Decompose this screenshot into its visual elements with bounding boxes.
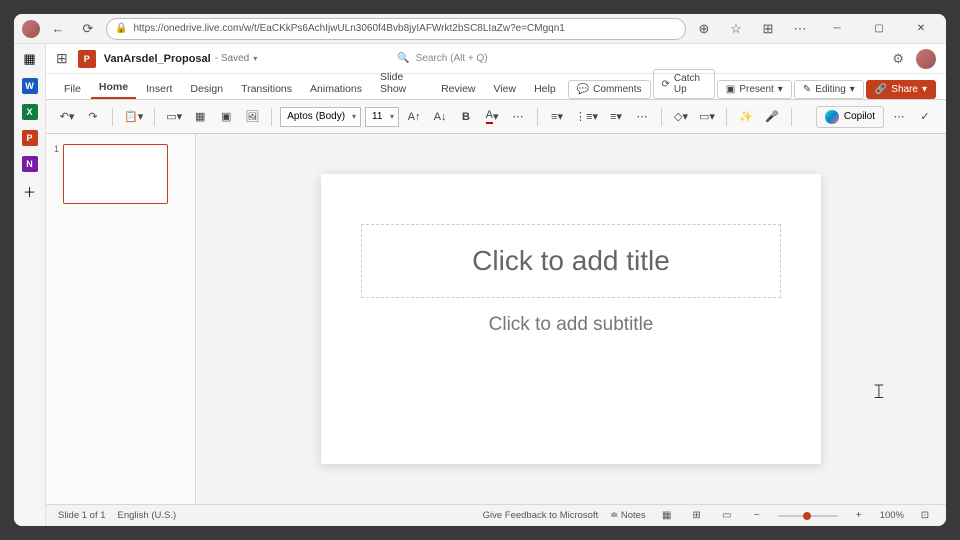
tab-transitions[interactable]: Transitions bbox=[233, 79, 300, 99]
redo-button[interactable]: ↷ bbox=[82, 105, 104, 129]
zoom-out-button[interactable]: − bbox=[748, 508, 766, 524]
title-placeholder[interactable]: Click to add title bbox=[361, 224, 781, 298]
doc-title[interactable]: VanArsdel_Proposal bbox=[104, 53, 211, 65]
settings-more-icon[interactable]: ⋯ bbox=[788, 17, 812, 41]
side-rail: ▦ W X P N ＋ bbox=[14, 44, 46, 526]
user-avatar-icon[interactable] bbox=[916, 49, 936, 69]
present-button[interactable]: ▣ Present ▾ bbox=[717, 80, 792, 99]
tab-insert[interactable]: Insert bbox=[138, 79, 180, 99]
slide-count[interactable]: Slide 1 of 1 bbox=[58, 510, 106, 521]
app-titlebar: ⊞ P VanArsdel_Proposal - Saved ▾ 🔍 Searc… bbox=[46, 44, 946, 74]
increase-font-button[interactable]: A↑ bbox=[403, 105, 425, 129]
rail-word-icon[interactable]: W bbox=[22, 78, 38, 94]
text-cursor-icon: 𝙸 bbox=[872, 381, 886, 404]
more-toolbar-button[interactable]: ⋯ bbox=[888, 105, 910, 129]
maximize-button[interactable]: ▢ bbox=[862, 17, 896, 41]
notes-button[interactable]: ≐ Notes bbox=[610, 510, 645, 521]
zoom-level[interactable]: 100% bbox=[880, 510, 904, 521]
app-launcher-icon[interactable]: ⊞ bbox=[56, 50, 68, 67]
font-select[interactable]: Aptos (Body) bbox=[280, 107, 361, 127]
collections-icon[interactable]: ⊞ bbox=[756, 17, 780, 41]
minimize-button[interactable]: ─ bbox=[820, 17, 854, 41]
ribbon-tabs: File Home Insert Design Transitions Anim… bbox=[46, 74, 946, 100]
font-color-button[interactable]: A▾ bbox=[481, 105, 503, 129]
shapes-button[interactable]: ◇▾ bbox=[670, 105, 692, 129]
address-bar[interactable]: 🔒 https://onedrive.live.com/w/t/EaCKkPs6… bbox=[106, 18, 686, 40]
decrease-font-button[interactable]: A↓ bbox=[429, 105, 451, 129]
tab-design[interactable]: Design bbox=[182, 79, 231, 99]
more-para-button[interactable]: ⋯ bbox=[631, 105, 653, 129]
search-icon: 🔍 bbox=[397, 53, 409, 64]
collapse-ribbon-button[interactable]: ✓ bbox=[914, 105, 936, 129]
browser-titlebar: ← ⟳ 🔒 https://onedrive.live.com/w/t/EaCK… bbox=[14, 14, 946, 44]
powerpoint-logo-icon: P bbox=[78, 50, 96, 68]
slide-editor[interactable]: Click to add title Click to add subtitle… bbox=[196, 134, 946, 504]
close-button[interactable]: ✕ bbox=[904, 17, 938, 41]
reset-button[interactable]: ▣ bbox=[215, 105, 237, 129]
arrange-button[interactable]: ▭▾ bbox=[696, 105, 718, 129]
language-status[interactable]: English (U.S.) bbox=[118, 510, 177, 521]
undo-button[interactable]: ↶▾ bbox=[56, 105, 78, 129]
dictate-button[interactable]: 🎤 bbox=[761, 105, 783, 129]
rail-onenote-icon[interactable]: N bbox=[22, 156, 38, 172]
view-reading-button[interactable]: ▭ bbox=[718, 508, 736, 524]
align-button[interactable]: ≡▾ bbox=[605, 105, 627, 129]
search-input[interactable]: 🔍 Search (Alt + Q) bbox=[397, 53, 487, 64]
zoom-slider[interactable] bbox=[778, 515, 838, 517]
rail-add-icon[interactable]: ＋ bbox=[21, 182, 39, 200]
layout-button[interactable]: ▦ bbox=[189, 105, 211, 129]
tab-file[interactable]: File bbox=[56, 79, 89, 99]
comments-button[interactable]: 💬 Comments bbox=[568, 80, 651, 99]
copilot-button[interactable]: Copilot bbox=[816, 106, 884, 128]
refresh-button[interactable]: ⟳ bbox=[76, 17, 100, 41]
feedback-link[interactable]: Give Feedback to Microsoft bbox=[483, 510, 599, 521]
rail-home-icon[interactable]: ▦ bbox=[21, 50, 39, 68]
paste-button[interactable]: 📋▾ bbox=[121, 105, 146, 129]
photo-button[interactable]: 🖼 bbox=[241, 105, 263, 129]
share-button[interactable]: 🔗 Share ▾ bbox=[866, 80, 936, 99]
thumb-number: 1 bbox=[54, 144, 59, 204]
tab-review[interactable]: Review bbox=[433, 79, 483, 99]
settings-gear-icon[interactable]: ⚙ bbox=[892, 51, 904, 67]
view-sorter-button[interactable]: ⊞ bbox=[688, 508, 706, 524]
tab-slideshow[interactable]: Slide Show bbox=[372, 67, 431, 99]
chevron-down-icon[interactable]: ▾ bbox=[253, 54, 257, 63]
tab-help[interactable]: Help bbox=[526, 79, 564, 99]
profile-avatar-icon[interactable] bbox=[22, 20, 40, 38]
favorites-icon[interactable]: ☆ bbox=[724, 17, 748, 41]
tab-animations[interactable]: Animations bbox=[302, 79, 370, 99]
statusbar: Slide 1 of 1 English (U.S.) Give Feedbac… bbox=[46, 504, 946, 526]
new-slide-button[interactable]: ▭▾ bbox=[163, 105, 185, 129]
more-font-button[interactable]: ⋯ bbox=[507, 105, 529, 129]
lock-icon: 🔒 bbox=[115, 23, 127, 34]
zoom-in-button[interactable]: + bbox=[850, 508, 868, 524]
tab-home[interactable]: Home bbox=[91, 77, 136, 99]
url-text: https://onedrive.live.com/w/t/EaCKkPs6Ac… bbox=[133, 23, 564, 34]
copilot-icon bbox=[825, 110, 839, 124]
numbering-button[interactable]: ⋮≡▾ bbox=[572, 105, 601, 129]
bullets-button[interactable]: ≡▾ bbox=[546, 105, 568, 129]
save-status: - Saved bbox=[215, 53, 249, 64]
editing-button[interactable]: ✎ Editing ▾ bbox=[794, 80, 864, 99]
read-aloud-icon[interactable]: ⊕ bbox=[692, 17, 716, 41]
subtitle-placeholder[interactable]: Click to add subtitle bbox=[361, 306, 781, 344]
slide-thumbnails: 1 bbox=[46, 134, 196, 504]
rail-powerpoint-icon[interactable]: P bbox=[22, 130, 38, 146]
slide-thumb-1[interactable] bbox=[63, 144, 168, 204]
bold-button[interactable]: B bbox=[455, 105, 477, 129]
designer-button[interactable]: ✨ bbox=[735, 105, 757, 129]
tab-view[interactable]: View bbox=[486, 79, 525, 99]
view-normal-button[interactable]: ▦ bbox=[658, 508, 676, 524]
fit-button[interactable]: ⊡ bbox=[916, 508, 934, 524]
slide-canvas[interactable]: Click to add title Click to add subtitle bbox=[321, 174, 821, 464]
catchup-button[interactable]: ⟳ Catch Up bbox=[653, 69, 715, 99]
rail-excel-icon[interactable]: X bbox=[22, 104, 38, 120]
font-size-select[interactable]: 11 bbox=[365, 107, 399, 127]
toolbar: ↶▾ ↷ 📋▾ ▭▾ ▦ ▣ 🖼 Aptos (Body) 11 A↑ A↓ B… bbox=[46, 100, 946, 134]
back-button[interactable]: ← bbox=[46, 17, 70, 41]
